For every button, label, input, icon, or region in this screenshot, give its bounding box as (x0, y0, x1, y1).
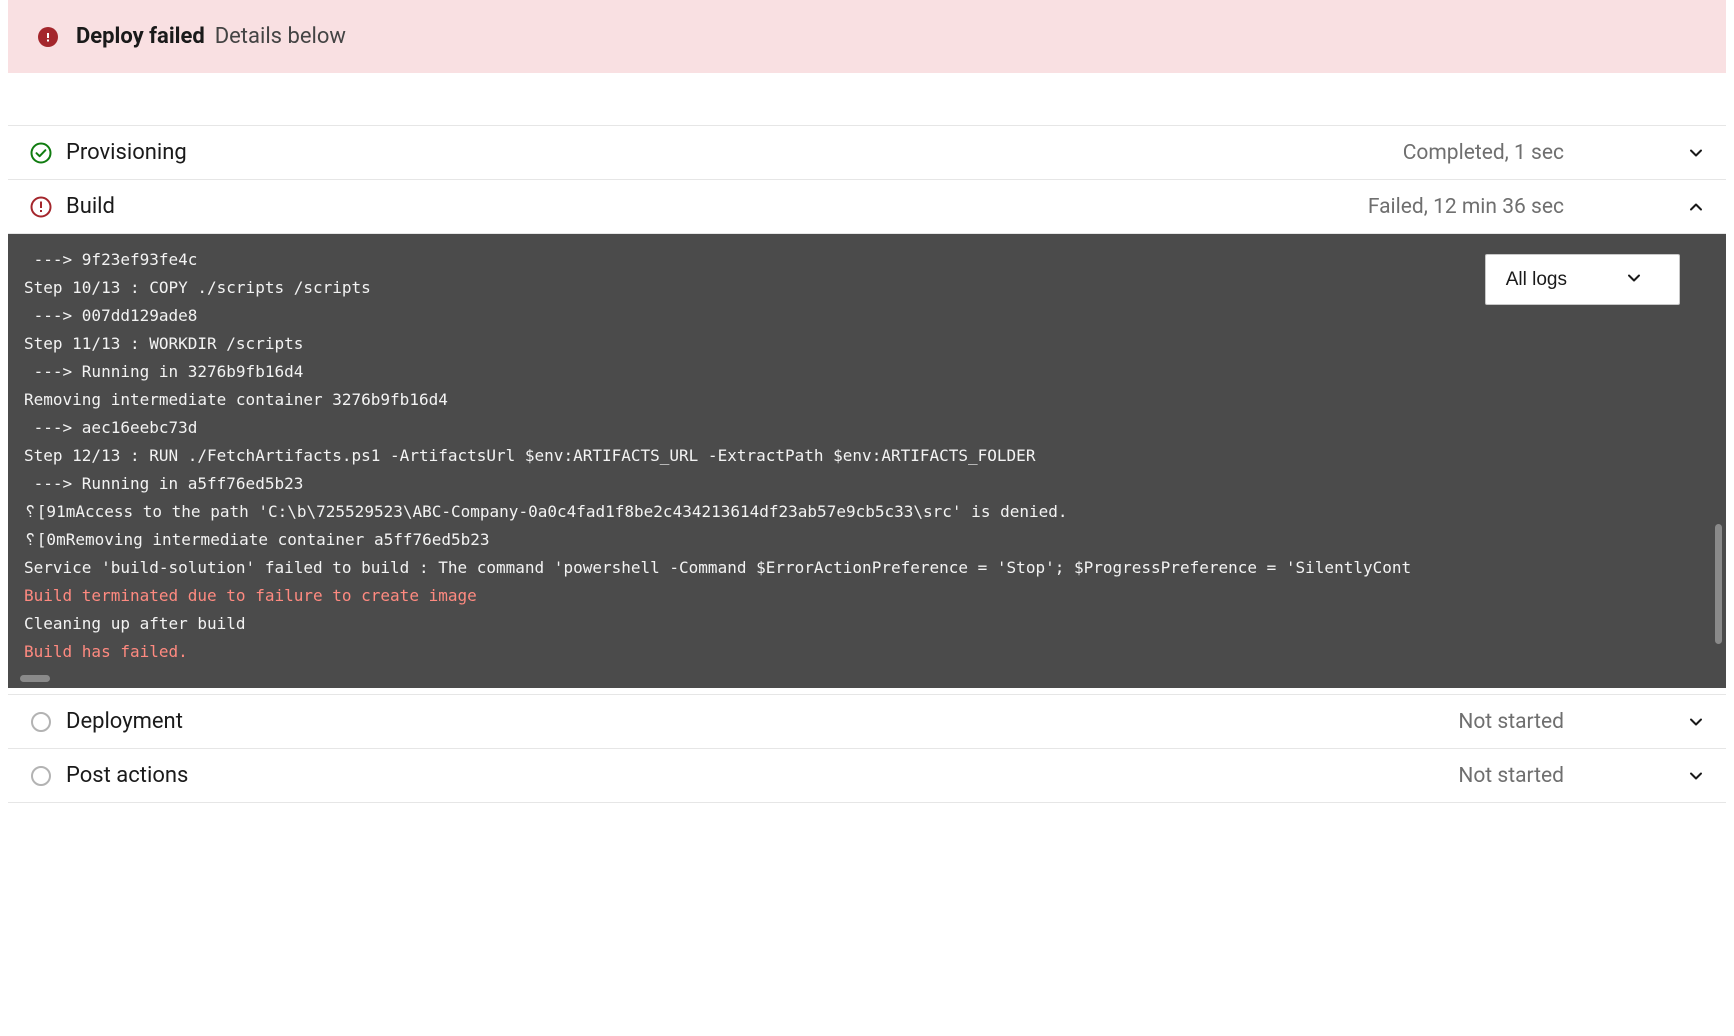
alert-title: Deploy failed (76, 24, 205, 49)
stage-status: Not started (1458, 710, 1564, 734)
log-filter-dropdown[interactable]: All logs (1485, 254, 1680, 305)
not-started-circle-icon (30, 765, 52, 787)
log-line: ␦[91mAccess to the path 'C:\b\725529523\… (24, 498, 1710, 526)
log-lines: ---> 9f23ef93fe4cStep 10/13 : COPY ./scr… (24, 246, 1710, 666)
log-filter-selected: All logs (1506, 263, 1567, 296)
stage-status: Not started (1458, 764, 1564, 788)
log-line: ---> Running in a5ff76ed5b23 (24, 470, 1710, 498)
stage-name: Deployment (66, 709, 1444, 734)
log-line: Step 12/13 : RUN ./FetchArtifacts.ps1 -A… (24, 442, 1710, 470)
stage-build[interactable]: Build Failed, 12 min 36 sec (8, 180, 1726, 234)
chevron-down-icon (1688, 145, 1704, 161)
log-line: Build terminated due to failure to creat… (24, 582, 1710, 610)
log-line: ---> 007dd129ade8 (24, 302, 1710, 330)
success-check-icon (30, 142, 52, 164)
log-line: Cleaning up after build (24, 610, 1710, 638)
stage-status: Failed, 12 min 36 sec (1368, 195, 1564, 219)
alert-subtitle: Details below (215, 24, 346, 49)
log-line: Step 10/13 : COPY ./scripts /scripts (24, 274, 1710, 302)
build-log-panel[interactable]: All logs ---> 9f23ef93fe4cStep 10/13 : C… (8, 234, 1726, 688)
chevron-down-icon (1688, 768, 1704, 784)
stage-provisioning[interactable]: Provisioning Completed, 1 sec (8, 125, 1726, 180)
alert-text: Deploy failed Details below (76, 24, 346, 49)
log-line: Service 'build-solution' failed to build… (24, 554, 1710, 582)
log-line: Step 11/13 : WORKDIR /scripts (24, 330, 1710, 358)
chevron-down-icon (1627, 263, 1641, 296)
stage-name: Provisioning (66, 140, 1389, 165)
horizontal-scrollbar[interactable] (20, 675, 50, 682)
stage-name: Post actions (66, 763, 1444, 788)
log-line: Build has failed. (24, 638, 1710, 666)
stage-deployment[interactable]: Deployment Not started (8, 694, 1726, 749)
not-started-circle-icon (30, 711, 52, 733)
chevron-up-icon (1688, 199, 1704, 215)
error-icon (38, 27, 58, 47)
vertical-scrollbar[interactable] (1715, 524, 1722, 644)
stage-status: Completed, 1 sec (1403, 141, 1564, 165)
stage-name: Build (66, 194, 1354, 219)
log-line: ---> Running in 3276b9fb16d4 (24, 358, 1710, 386)
log-line: Removing intermediate container 3276b9fb… (24, 386, 1710, 414)
chevron-down-icon (1688, 714, 1704, 730)
log-line: ---> aec16eebc73d (24, 414, 1710, 442)
log-line: ␦[0mRemoving intermediate container a5ff… (24, 526, 1710, 554)
error-circle-icon (30, 196, 52, 218)
log-line: ---> 9f23ef93fe4c (24, 246, 1710, 274)
deploy-failed-banner: Deploy failed Details below (8, 0, 1726, 73)
stage-post-actions[interactable]: Post actions Not started (8, 749, 1726, 803)
